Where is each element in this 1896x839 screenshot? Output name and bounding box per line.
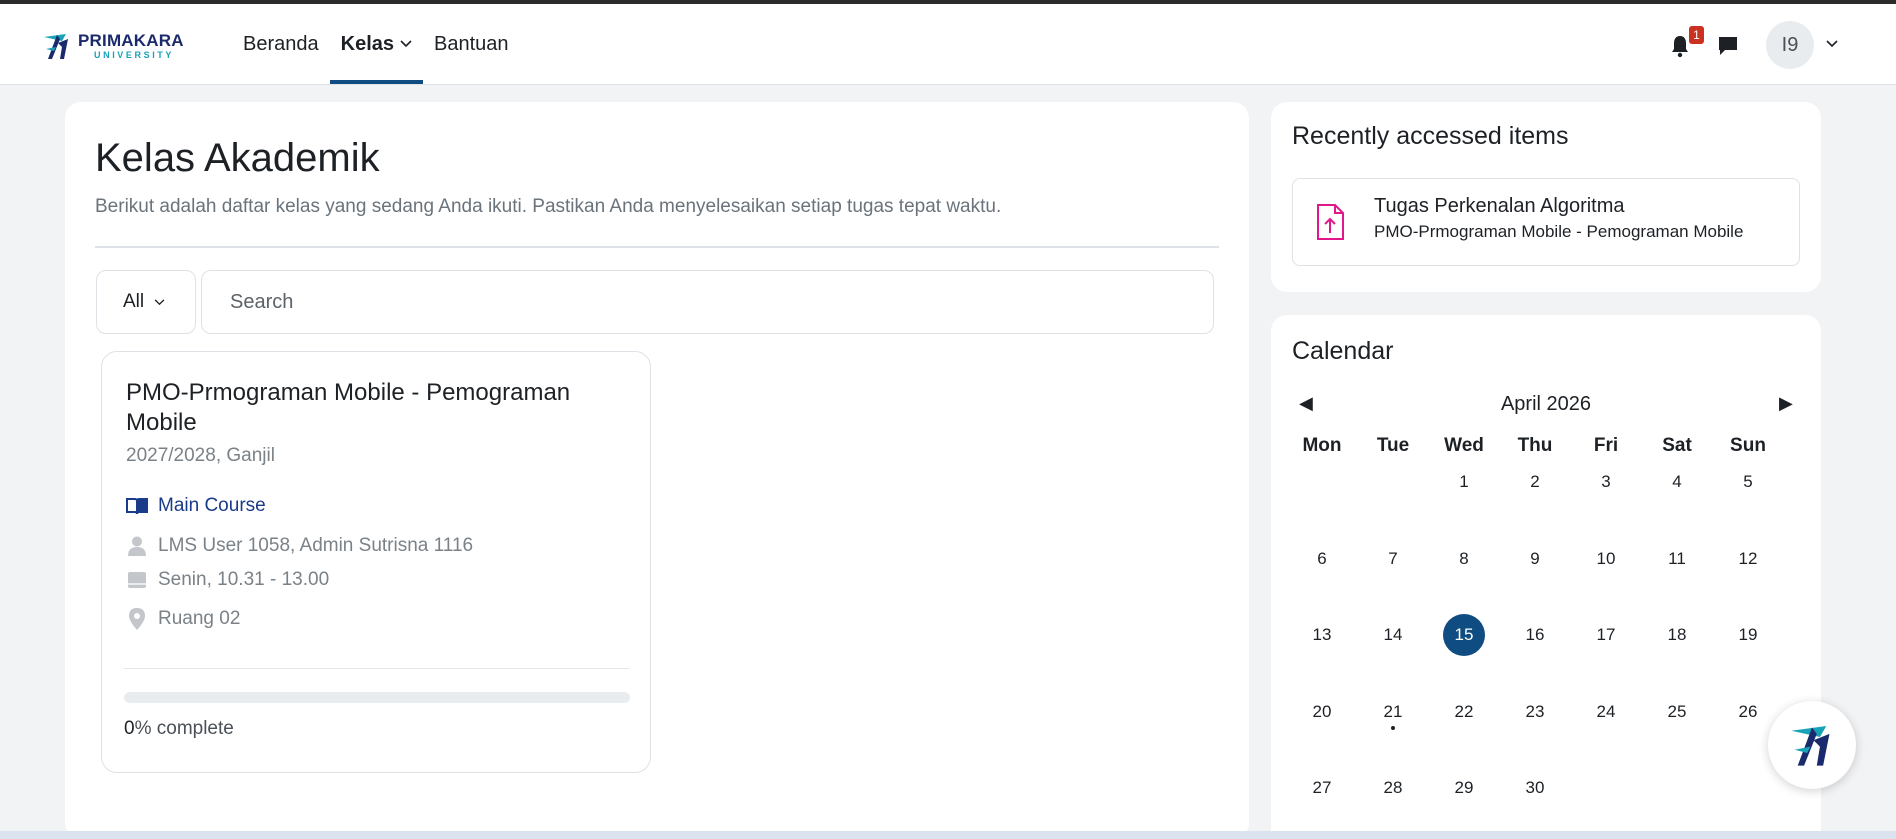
location-pin-icon <box>129 608 145 630</box>
calendar-day-1[interactable]: 1 <box>1443 461 1485 503</box>
progress-number: 0 <box>124 718 135 739</box>
nav-item-beranda[interactable]: Beranda <box>232 4 330 84</box>
calendar-day-24[interactable]: 24 <box>1585 691 1627 733</box>
course-category: Main Course <box>126 495 266 517</box>
brand-name: PRIMAKARA <box>78 31 184 50</box>
course-category-label: Main Course <box>158 495 266 516</box>
calendar-day-12[interactable]: 12 <box>1727 538 1769 580</box>
primakara-logo-icon <box>44 34 68 59</box>
user-avatar[interactable]: I9 <box>1766 21 1814 69</box>
chevron-down-icon <box>154 298 165 305</box>
course-schedule: Senin, 10.31 - 13.00 <box>126 569 329 591</box>
progress-suffix: % complete <box>134 718 234 739</box>
calendar-title: Calendar <box>1292 337 1394 365</box>
calendar-day-28[interactable]: 28 <box>1372 767 1414 809</box>
calendar-day-3[interactable]: 3 <box>1585 461 1627 503</box>
course-card[interactable]: PMO-Prmograman Mobile - Pemograman Mobil… <box>101 351 651 773</box>
calendar-day-11[interactable]: 11 <box>1656 538 1698 580</box>
bottom-strip <box>0 831 1896 839</box>
course-progress-text: 0% complete <box>124 718 234 740</box>
calendar-day-6[interactable]: 6 <box>1301 538 1343 580</box>
calendar-day-17[interactable]: 17 <box>1585 614 1627 656</box>
calendar-prev-button[interactable]: ◀ <box>1299 393 1313 414</box>
calendar-weekday-thu: Thu <box>1517 435 1553 456</box>
calendar-event-dot <box>1391 726 1395 730</box>
calendar-day-5[interactable]: 5 <box>1727 461 1769 503</box>
recent-item-course: PMO-Prmograman Mobile - Pemograman Mobil… <box>1374 222 1744 241</box>
calendar-day-30[interactable]: 30 <box>1514 767 1556 809</box>
calendar-month: April 2026 <box>1500 393 1592 415</box>
nav-label-beranda: Beranda <box>243 32 319 55</box>
nav-item-kelas[interactable]: Kelas <box>329 4 424 84</box>
brand-sub: UNIVERSITY <box>94 50 175 60</box>
filter-value: All <box>123 291 145 312</box>
course-schedule-text: Senin, 10.31 - 13.00 <box>158 569 330 590</box>
calendar-icon <box>128 572 146 588</box>
calendar-day-14[interactable]: 14 <box>1372 614 1414 656</box>
upload-file-icon <box>1317 204 1344 240</box>
calendar-weekday-mon: Mon <box>1302 435 1342 456</box>
recent-item[interactable]: Tugas Perkenalan Algoritma PMO-Prmograma… <box>1292 178 1800 266</box>
header-divider <box>95 246 1219 248</box>
calendar-weekday-wed: Wed <box>1444 435 1484 456</box>
calendar-block: Calendar April 2026 ◀ ▶ Mon Tue Wed Thu Fri S… <box>1271 315 1821 839</box>
calendar-day-29[interactable]: 29 <box>1443 767 1485 809</box>
course-term: 2027/2028, Ganjil <box>126 445 275 466</box>
calendar-day-4[interactable]: 4 <box>1656 461 1698 503</box>
book-open-icon <box>126 498 148 515</box>
chevron-down-icon <box>400 40 412 48</box>
calendar-day-9[interactable]: 9 <box>1514 538 1556 580</box>
calendar-day-27[interactable]: 27 <box>1301 767 1343 809</box>
calendar-day-20[interactable]: 20 <box>1301 691 1343 733</box>
calendar-next-button[interactable]: ▶ <box>1779 393 1793 414</box>
page-description: Berikut adalah daftar kelas yang sedang … <box>95 196 1002 217</box>
message-icon[interactable] <box>1716 34 1740 58</box>
recent-item-name: Tugas Perkenalan Algoritma <box>1374 195 1625 217</box>
calendar-day-16[interactable]: 16 <box>1514 614 1556 656</box>
course-filter-dropdown[interactable]: All <box>96 270 196 334</box>
notification-badge: 1 <box>1689 26 1704 44</box>
calendar-day-19[interactable]: 19 <box>1727 614 1769 656</box>
navbar: PRIMAKARA UNIVERSITY Beranda Kelas Bantu… <box>0 4 1896 85</box>
calendar-day-10[interactable]: 10 <box>1585 538 1627 580</box>
calendar-day-26[interactable]: 26 <box>1727 691 1769 733</box>
calendar-day-13[interactable]: 13 <box>1301 614 1343 656</box>
calendar-weekday-sat: Sat <box>1662 435 1692 456</box>
course-teachers: LMS User 1058, Admin Sutrisna 1116 <box>126 535 473 557</box>
brand-logo[interactable]: PRIMAKARA UNIVERSITY <box>40 28 184 64</box>
primary-nav: Beranda Kelas Bantuan <box>232 4 520 84</box>
course-title-link[interactable]: PMO-Prmograman Mobile - Pemograman Mobil… <box>126 378 626 438</box>
page-title: Kelas Akademik <box>95 136 380 180</box>
recent-title: Recently accessed items <box>1292 122 1569 150</box>
user-menu-chevron-icon[interactable] <box>1826 40 1838 48</box>
course-room: Ruang 02 <box>126 608 240 630</box>
recently-accessed-block: Recently accessed items Tugas Perkenalan… <box>1271 102 1821 292</box>
course-teachers-text: LMS User 1058, Admin Sutrisna 1116 <box>158 535 474 556</box>
card-divider <box>124 668 630 669</box>
nav-item-bantuan[interactable]: Bantuan <box>423 4 520 84</box>
nav-label-kelas: Kelas <box>340 32 394 55</box>
course-progress-bar <box>124 692 630 703</box>
assistant-fab-button[interactable] <box>1768 701 1856 789</box>
courses-panel: Kelas Akademik Berikut adalah daftar kel… <box>65 102 1249 839</box>
course-room-text: Ruang 02 <box>158 608 241 629</box>
calendar-day-25[interactable]: 25 <box>1656 691 1698 733</box>
calendar-day-22[interactable]: 22 <box>1443 691 1485 733</box>
course-search-input[interactable] <box>201 270 1214 334</box>
user-icon <box>128 536 146 556</box>
calendar-day-15[interactable]: 15 <box>1443 614 1485 656</box>
calendar-weekday-tue: Tue <box>1376 435 1410 456</box>
calendar-day-7[interactable]: 7 <box>1372 538 1414 580</box>
calendar-day-2[interactable]: 2 <box>1514 461 1556 503</box>
primakara-assistant-icon <box>1791 725 1830 766</box>
calendar-day-18[interactable]: 18 <box>1656 614 1698 656</box>
calendar-weekday-sun: Sun <box>1730 435 1766 456</box>
calendar-day-8[interactable]: 8 <box>1443 538 1485 580</box>
nav-label-bantuan: Bantuan <box>434 32 509 55</box>
calendar-day-23[interactable]: 23 <box>1514 691 1556 733</box>
calendar-weekday-fri: Fri <box>1593 435 1619 456</box>
